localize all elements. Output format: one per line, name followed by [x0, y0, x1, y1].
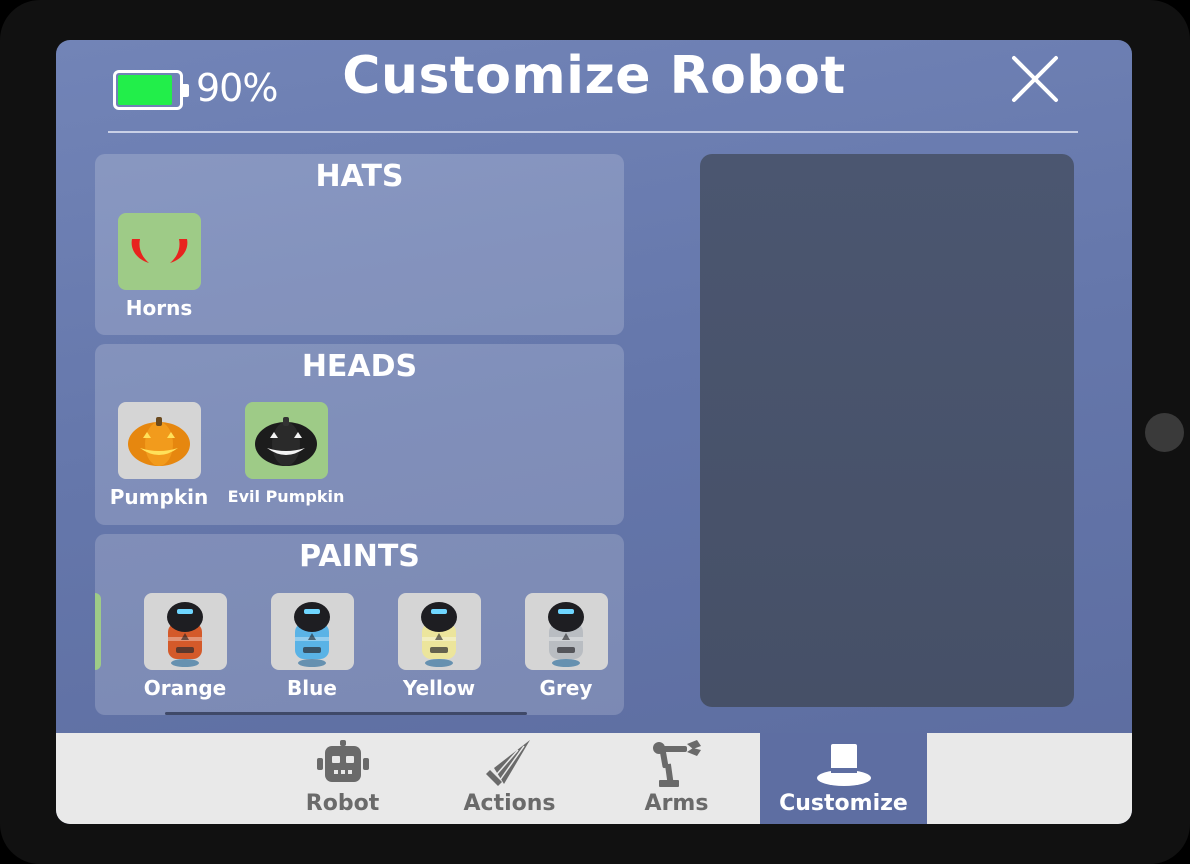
bottom-tab-bar: Robot Actions Arms Customize [56, 733, 1132, 824]
drill-icon [485, 740, 530, 786]
close-button[interactable] [1008, 52, 1062, 106]
tab-customize[interactable]: Customize [760, 733, 927, 824]
hats-panel: HATS Horns [95, 154, 624, 335]
paint-item-blue[interactable]: Blue [247, 593, 377, 700]
head-item-evil-pumpkin[interactable]: Evil Pumpkin [221, 402, 351, 506]
robot-yellow-icon [420, 602, 457, 667]
item-label: Yellow [402, 676, 476, 700]
customize-screen: 90% Customize Robot HATS Horns HEADS Pum… [56, 40, 1132, 824]
horizontal-scrollbar[interactable] [165, 712, 527, 715]
item-label: Orange [143, 676, 227, 700]
tab-label: Arms [644, 791, 709, 816]
robot-arm-icon [652, 740, 701, 787]
tab-label: Robot [305, 791, 380, 816]
head-item-pumpkin[interactable]: Pumpkin [94, 402, 224, 509]
page-title: Customize Robot [342, 46, 846, 106]
item-label: Evil Pumpkin [227, 487, 345, 506]
paint-item-grey[interactable]: Grey [501, 593, 624, 700]
paint-tile[interactable] [143, 593, 227, 670]
robot-blue-icon [293, 602, 330, 667]
item-label: Pumpkin [109, 485, 209, 509]
paints-title: PAINTS [299, 539, 420, 574]
paints-panel: PAINTS Orange Blue Yellow Grey [95, 534, 624, 715]
close-icon [1012, 56, 1058, 102]
horns-icon [131, 239, 187, 263]
tab-arms[interactable]: Arms [593, 733, 760, 824]
evil-pumpkin-icon [254, 417, 317, 466]
heads-title: HEADS [301, 349, 418, 384]
paint-tile-partial[interactable] [95, 593, 101, 670]
tab-robot[interactable]: Robot [259, 733, 426, 824]
paint-item-orange[interactable]: Orange [120, 593, 250, 700]
tab-label: Actions [463, 791, 556, 816]
horns-tile[interactable] [117, 213, 201, 290]
item-label: Horns [125, 296, 193, 320]
robot-grey-icon [547, 602, 584, 667]
hats-title: HATS [315, 159, 404, 194]
evil-pumpkin-tile[interactable] [244, 402, 328, 479]
item-label: Blue [287, 676, 337, 700]
home-button[interactable] [1145, 413, 1184, 452]
item-label: Grey [539, 676, 593, 700]
robot-preview[interactable] [700, 154, 1074, 707]
paint-tile[interactable] [397, 593, 481, 670]
tab-label: Customize [779, 791, 908, 816]
tablet-frame: 90% Customize Robot HATS Horns HEADS Pum… [0, 0, 1190, 864]
tab-actions[interactable]: Actions [426, 733, 593, 824]
robot-icon [316, 740, 369, 782]
paint-tile[interactable] [270, 593, 354, 670]
paint-tile[interactable] [524, 593, 608, 670]
hat-item-horns[interactable]: Horns [94, 213, 224, 320]
paint-item-yellow[interactable]: Yellow [374, 593, 504, 700]
top-hat-icon [816, 744, 871, 786]
header-divider [108, 131, 1078, 133]
pumpkin-tile[interactable] [117, 402, 201, 479]
robot-orange-icon [166, 602, 203, 667]
pumpkin-icon [127, 417, 190, 466]
heads-panel: HEADS Pumpkin Evil Pumpkin [95, 344, 624, 525]
